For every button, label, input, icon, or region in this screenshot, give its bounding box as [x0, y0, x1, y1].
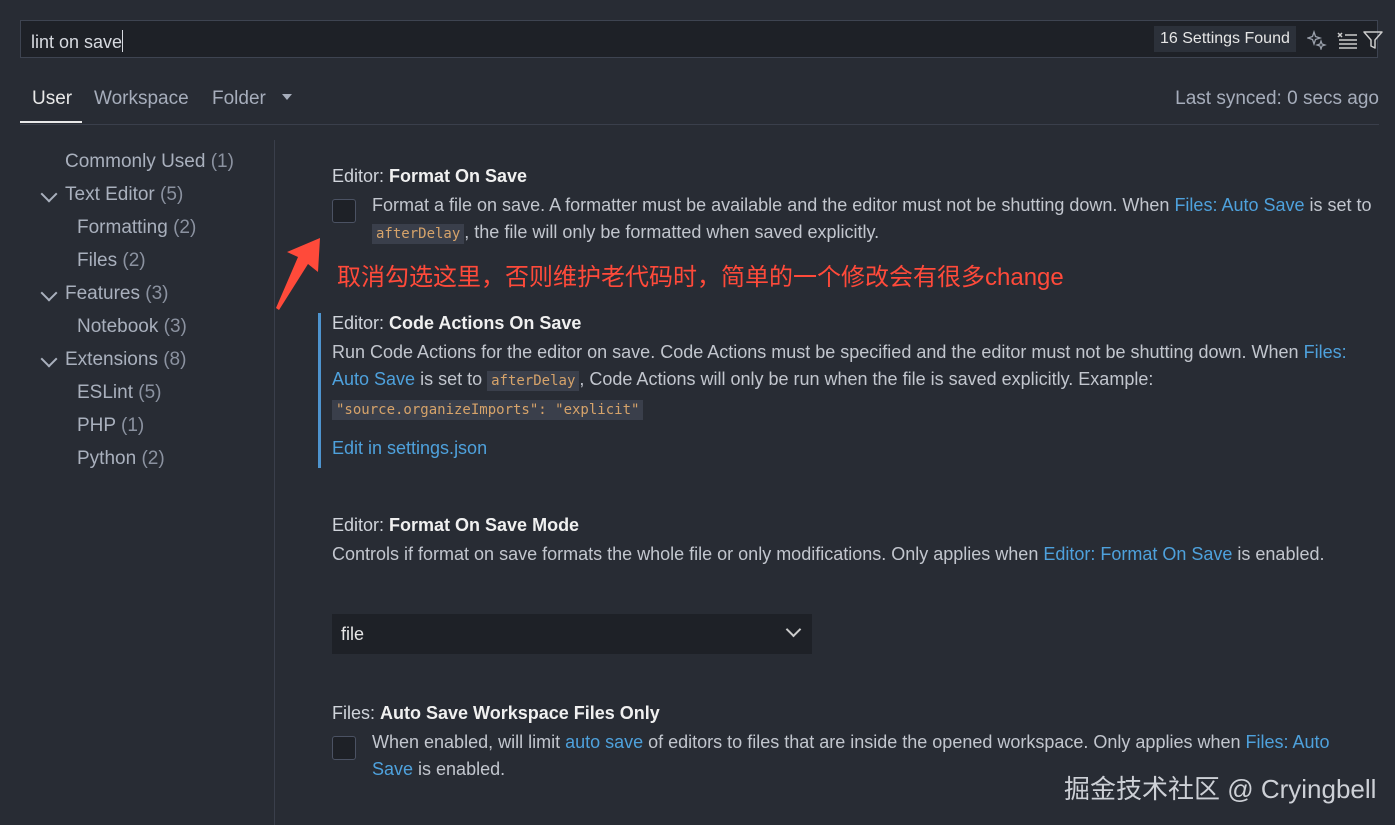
desc-text: is set to	[415, 369, 488, 389]
tab-user[interactable]: User	[32, 88, 72, 110]
watermark: 掘金技术社区 @ Cryingbell	[1064, 774, 1377, 804]
auto-save-workspace-files-only-checkbox[interactable]	[332, 736, 356, 760]
toc-label: Commonly Used	[65, 151, 206, 172]
results-count-badge: 16 Settings Found	[1154, 26, 1296, 52]
inline-code: afterDelay	[487, 371, 580, 391]
desc-text: is enabled.	[413, 759, 506, 779]
setting-category: Editor:	[332, 313, 390, 333]
focused-setting-indicator	[318, 313, 321, 468]
text-caret	[122, 30, 124, 52]
setting-title: Files: Auto Save Workspace Files Only	[332, 703, 1372, 724]
desc-text: is enabled.	[1232, 544, 1325, 564]
desc-text: When enabled, will limit	[372, 732, 566, 752]
toc-item-eslint[interactable]: ESLint (5)	[77, 382, 162, 404]
setting-title: Editor: Format On Save Mode	[332, 515, 1372, 536]
toc-label: Python	[77, 448, 137, 469]
chevron-down-icon	[785, 621, 802, 638]
setting-name: Auto Save Workspace Files Only	[380, 703, 660, 723]
toc-count: (5)	[160, 184, 184, 205]
toc-item-notebook[interactable]: Notebook (3)	[77, 316, 187, 338]
toc-count: (3)	[145, 283, 169, 304]
clear-filter-list-icon[interactable]	[1335, 28, 1359, 52]
inline-code: afterDelay	[372, 224, 465, 244]
toc-label: Text Editor	[65, 184, 155, 205]
toc-label: Features	[65, 283, 140, 304]
toc-item-text-editor[interactable]: Text Editor (5)	[65, 184, 183, 206]
toc-count: (2)	[141, 448, 165, 469]
toc-label: Notebook	[77, 316, 159, 337]
inline-code-example: "source.organizeImports": "explicit"	[332, 400, 644, 420]
toc-count: (2)	[122, 250, 146, 271]
setting-category: Editor:	[332, 166, 390, 186]
desc-text: Format a file on save. A formatter must …	[372, 195, 1175, 215]
toc-item-extensions[interactable]: Extensions (8)	[65, 349, 186, 371]
settings-scope-tabs: User Workspace Folder Last synced: 0 sec…	[20, 84, 1379, 125]
tab-workspace[interactable]: Workspace	[94, 88, 189, 110]
toc-item-features[interactable]: Features (3)	[65, 283, 169, 305]
active-tab-indicator	[20, 121, 82, 123]
desc-text: Controls if format on save formats the w…	[332, 544, 1044, 564]
setting-description: Controls if format on save formats the w…	[332, 541, 1372, 568]
desc-text: , the file will only be formatted when s…	[464, 222, 880, 242]
format-on-save-checkbox[interactable]	[332, 199, 356, 223]
toc-count: (2)	[173, 217, 197, 238]
settings-search-box[interactable]: lint on save 16 Settings Found	[20, 20, 1383, 58]
files-auto-save-link[interactable]: Files: Auto Save	[1174, 195, 1304, 215]
sync-status: Last synced: 0 secs ago	[1175, 88, 1379, 109]
select-value: file	[341, 624, 365, 644]
chevron-down-icon[interactable]	[40, 350, 58, 368]
toc-count: (5)	[138, 382, 162, 403]
setting-description: Format a file on save. A formatter must …	[372, 192, 1372, 248]
toc-item-commonly-used[interactable]: Commonly Used (1)	[65, 151, 234, 173]
setting-format-on-save-mode: Editor: Format On Save Mode Controls if …	[332, 515, 1372, 568]
edit-in-settings-json-link[interactable]: Edit in settings.json	[332, 438, 1372, 459]
setting-name: Format On Save Mode	[389, 515, 580, 535]
setting-category: Editor:	[332, 515, 390, 535]
toc-label: Files	[77, 250, 118, 271]
toc-item-python[interactable]: Python (2)	[77, 448, 165, 470]
setting-description: Run Code Actions for the editor on save.…	[332, 339, 1372, 424]
folder-dropdown-caret-icon[interactable]	[282, 94, 292, 100]
toc-count: (1)	[210, 151, 234, 172]
toc-item-formatting[interactable]: Formatting (2)	[77, 217, 196, 239]
setting-name: Code Actions On Save	[389, 313, 582, 333]
desc-text: of editors to files that are inside the …	[643, 732, 1246, 752]
setting-code-actions-on-save: Editor: Code Actions On Save Run Code Ac…	[332, 313, 1372, 459]
toc-label: ESLint	[77, 382, 133, 403]
setting-category: Files:	[332, 703, 381, 723]
toc-item-files[interactable]: Files (2)	[77, 250, 146, 272]
format-on-save-mode-select[interactable]: file	[332, 614, 812, 654]
toc-count: (3)	[163, 316, 187, 337]
setting-format-on-save: Editor: Format On Save Format a file on …	[332, 166, 1372, 248]
desc-text: , Code Actions will only be run when the…	[579, 369, 1154, 389]
filter-icon[interactable]	[1361, 28, 1385, 52]
setting-title: Editor: Format On Save	[332, 166, 1372, 187]
setting-name: Format On Save	[389, 166, 528, 186]
setting-title: Editor: Code Actions On Save	[332, 313, 1372, 334]
desc-text: Run Code Actions for the editor on save.…	[332, 342, 1304, 362]
toc-item-php[interactable]: PHP (1)	[77, 415, 144, 437]
toc-label: Formatting	[77, 217, 168, 238]
chevron-down-icon[interactable]	[40, 284, 58, 302]
toc-label: PHP	[77, 415, 116, 436]
annotation-note: 取消勾选这里，否则维护老代码时，简单的一个修改会有很多change	[337, 264, 1064, 291]
tab-folder[interactable]: Folder	[212, 88, 266, 110]
settings-toc-sidebar: Commonly Used (1) Text Editor (5) Format…	[0, 140, 275, 825]
toc-label: Extensions	[65, 349, 158, 370]
toc-count: (8)	[163, 349, 187, 370]
desc-text: is set to	[1304, 195, 1372, 215]
chevron-down-icon[interactable]	[40, 185, 58, 203]
ai-sparkle-icon[interactable]	[1305, 28, 1329, 52]
search-input[interactable]: lint on save	[31, 30, 124, 53]
auto-save-link[interactable]: auto save	[565, 732, 643, 752]
editor-format-on-save-link[interactable]: Editor: Format On Save	[1043, 544, 1232, 564]
toc-count: (1)	[121, 415, 145, 436]
annotation-arrow-icon	[276, 238, 320, 310]
